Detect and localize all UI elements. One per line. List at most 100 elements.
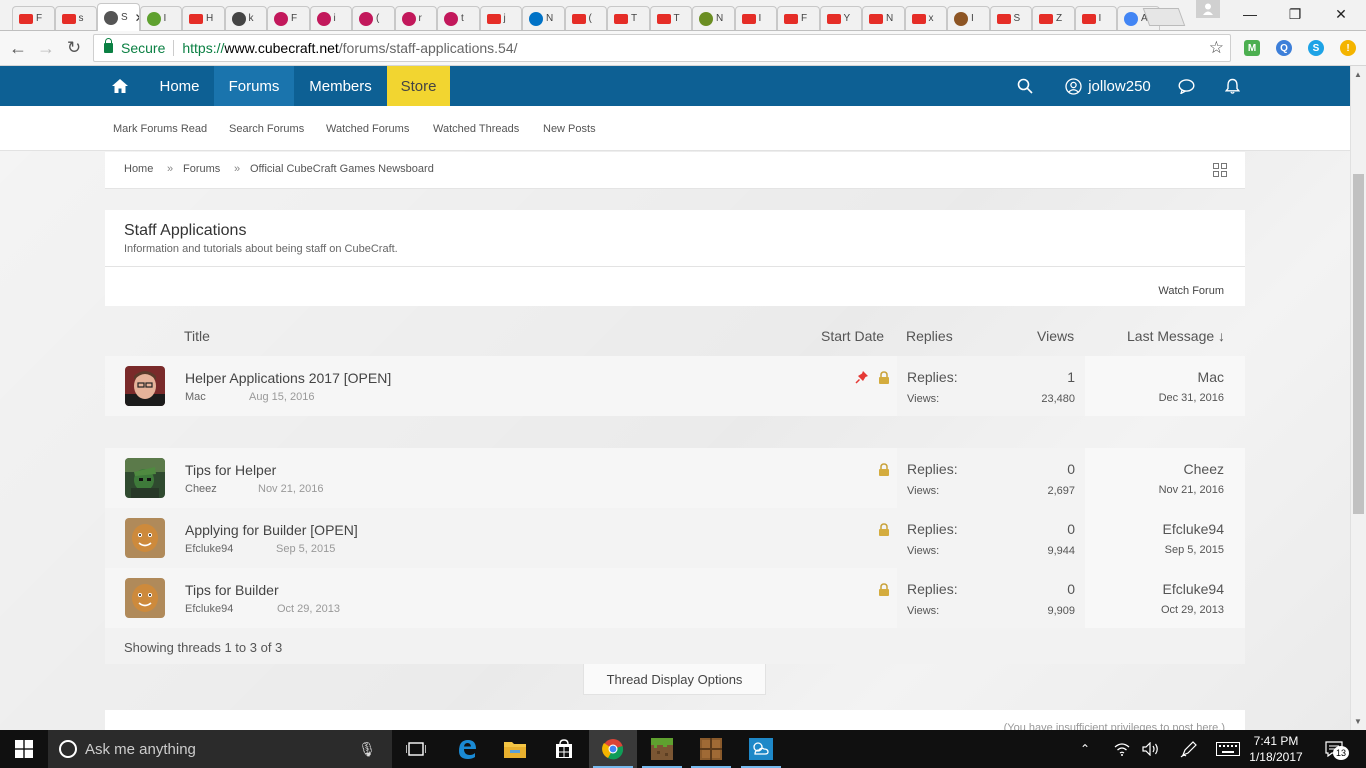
new-tab-button[interactable] [1142, 8, 1186, 26]
browser-tab[interactable]: I [139, 6, 182, 30]
last-message-user[interactable]: Efcluke94 [1163, 521, 1224, 537]
user-account-menu[interactable]: jollow250 [1058, 66, 1158, 106]
mark-forums-read-link[interactable]: Mark Forums Read [113, 123, 207, 135]
browser-tab[interactable]: j [479, 6, 522, 30]
browser-tab[interactable]: s [54, 6, 97, 30]
browser-tab[interactable]: r [394, 6, 437, 30]
thread-title[interactable]: Tips for Helper [185, 462, 276, 478]
search-icon[interactable] [1010, 66, 1040, 106]
thread-title[interactable]: Helper Applications 2017 [OPEN] [185, 370, 391, 386]
browser-tab[interactable]: S✕ [97, 3, 140, 31]
watched-threads-link[interactable]: Watched Threads [433, 123, 519, 135]
weather-app-icon[interactable] [737, 730, 785, 768]
breadcrumb-forums[interactable]: Forums [183, 163, 220, 175]
thread-author[interactable]: Cheez [185, 483, 217, 495]
avatar[interactable] [125, 578, 165, 618]
edge-browser-icon[interactable] [443, 730, 491, 768]
pen-ink-icon[interactable] [1180, 730, 1198, 768]
page-scrollbar[interactable]: ▲ ▼ [1350, 66, 1366, 730]
chrome-icon[interactable] [589, 730, 637, 768]
avatar[interactable] [125, 458, 165, 498]
column-last-message[interactable]: Last Message ↓ [1127, 328, 1225, 344]
bookmark-star-icon[interactable]: ☆ [1209, 38, 1224, 58]
extension-skype-icon[interactable]: S [1308, 40, 1324, 56]
thread-display-options-button[interactable]: Thread Display Options [583, 664, 766, 695]
thread-start-date[interactable]: Aug 15, 2016 [249, 391, 314, 403]
last-message-date[interactable]: Dec 31, 2016 [1159, 392, 1224, 404]
browser-tab[interactable]: I [1074, 6, 1117, 30]
browser-tab[interactable]: N [862, 6, 905, 30]
network-wifi-icon[interactable] [1114, 730, 1130, 768]
new-posts-link[interactable]: New Posts [543, 123, 596, 135]
search-forums-link[interactable]: Search Forums [229, 123, 304, 135]
last-message-date[interactable]: Oct 29, 2013 [1161, 604, 1224, 616]
tab-close-icon[interactable]: ✕ [135, 11, 139, 25]
browser-tab[interactable]: ( [564, 6, 607, 30]
address-bar[interactable]: Secure https://www.cubecraft.net/forums/… [93, 34, 1231, 62]
table-row[interactable]: Tips for Builder Efcluke94 Oct 29, 2013 … [105, 568, 1245, 628]
browser-tab[interactable]: k [224, 6, 267, 30]
reload-button[interactable]: ↻ [62, 36, 86, 60]
minecraft-icon[interactable] [638, 730, 686, 768]
thread-start-date[interactable]: Sep 5, 2015 [276, 543, 335, 555]
browser-tab[interactable]: F [777, 6, 820, 30]
extension-evernote-icon[interactable]: M [1244, 40, 1260, 56]
thread-author[interactable]: Efcluke94 [185, 603, 233, 615]
task-view-icon[interactable] [392, 730, 440, 768]
browser-tab[interactable]: F [267, 6, 310, 30]
alerts-bell-icon[interactable] [1218, 66, 1246, 106]
nav-home[interactable]: Home [145, 66, 214, 106]
watched-forums-link[interactable]: Watched Forums [326, 123, 409, 135]
back-button[interactable]: ← [6, 36, 30, 60]
file-explorer-icon[interactable] [491, 730, 539, 768]
breadcrumb-home[interactable]: Home [124, 163, 153, 175]
browser-tab[interactable]: T [607, 6, 650, 30]
thread-author[interactable]: Mac [185, 391, 206, 403]
watch-forum-link[interactable]: Watch Forum [1158, 285, 1224, 297]
thread-title[interactable]: Applying for Builder [OPEN] [185, 522, 358, 538]
thread-start-date[interactable]: Oct 29, 2013 [277, 603, 340, 615]
show-hidden-icons-icon[interactable]: ⌃ [1080, 730, 1090, 768]
last-message-user[interactable]: Efcluke94 [1163, 581, 1224, 597]
column-start-date[interactable]: Start Date [821, 328, 884, 344]
scroll-up-arrow-icon[interactable]: ▲ [1354, 70, 1362, 79]
close-window-button[interactable]: ✕ [1318, 0, 1364, 28]
table-row[interactable]: Applying for Builder [OPEN] Efcluke94 Se… [105, 508, 1245, 568]
nav-store[interactable]: Store [387, 66, 450, 106]
scroll-down-arrow-icon[interactable]: ▼ [1354, 717, 1362, 726]
touch-keyboard-icon[interactable] [1216, 730, 1240, 768]
forward-button[interactable]: → [34, 36, 58, 60]
browser-tab[interactable]: i [309, 6, 352, 30]
column-replies[interactable]: Replies [906, 328, 953, 344]
browser-tab[interactable]: I [947, 6, 990, 30]
browser-tab[interactable]: Y [819, 6, 862, 30]
browser-tab[interactable]: F [12, 6, 55, 30]
breadcrumb-newsboard[interactable]: Official CubeCraft Games Newsboard [250, 163, 434, 175]
store-icon[interactable] [540, 730, 588, 768]
avatar[interactable] [125, 366, 165, 406]
restore-button[interactable]: ❐ [1272, 0, 1318, 28]
windows-start-button[interactable] [0, 730, 48, 768]
thread-start-date[interactable]: Nov 21, 2016 [258, 483, 323, 495]
browser-tab[interactable]: N [522, 6, 565, 30]
browser-tab[interactable]: t [437, 6, 480, 30]
scrollbar-thumb[interactable] [1353, 174, 1364, 514]
browser-tab[interactable]: x [904, 6, 947, 30]
last-message-user[interactable]: Cheez [1184, 461, 1224, 477]
nav-members[interactable]: Members [294, 66, 387, 106]
avatar[interactable] [125, 518, 165, 558]
table-row[interactable]: Helper Applications 2017 [OPEN] Mac Aug … [105, 356, 1245, 416]
browser-tab[interactable]: Z [1032, 6, 1075, 30]
minimize-button[interactable]: — [1227, 0, 1273, 28]
thread-author[interactable]: Efcluke94 [185, 543, 233, 555]
thread-title[interactable]: Tips for Builder [185, 582, 279, 598]
nav-forums[interactable]: Forums [214, 66, 294, 106]
last-message-date[interactable]: Sep 5, 2015 [1165, 544, 1224, 556]
microphone-icon[interactable]: 🎙 [358, 741, 376, 758]
browser-tab[interactable]: N [692, 6, 735, 30]
last-message-date[interactable]: Nov 21, 2016 [1159, 484, 1224, 496]
extension-alert-icon[interactable]: ! [1340, 40, 1356, 56]
home-icon-button[interactable] [105, 66, 135, 106]
minecraft-launcher-icon[interactable] [687, 730, 735, 768]
profile-icon[interactable] [1196, 0, 1220, 18]
